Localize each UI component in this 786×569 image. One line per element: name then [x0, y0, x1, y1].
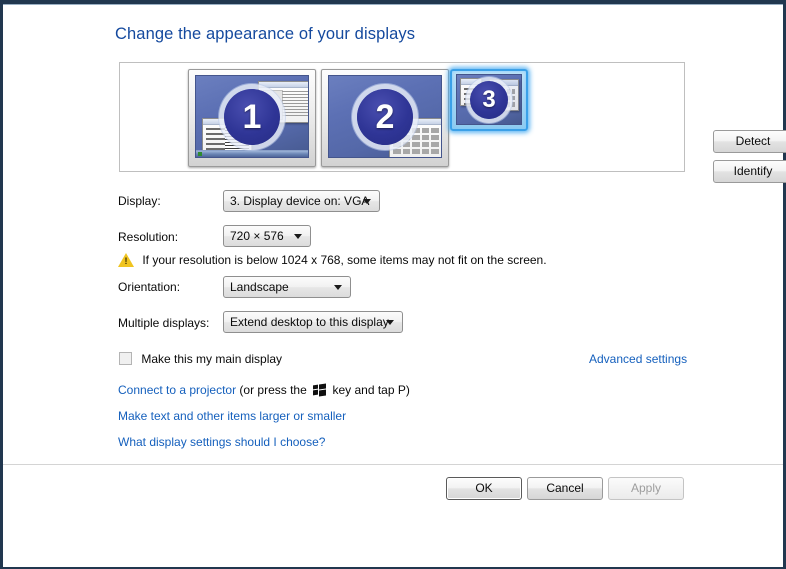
display-dropdown-value: 3. Display device on: VGA [230, 194, 370, 208]
monitor-thumbnail-1[interactable]: 1 [188, 69, 316, 167]
chevron-down-icon [363, 199, 371, 204]
resolution-warning: If your resolution is below 1024 x 768, … [118, 253, 547, 267]
monitor-number-badge: 3 [470, 80, 508, 119]
taskbar-start-icon [198, 152, 202, 156]
display-settings-window: Change the appearance of your displays 1… [0, 0, 786, 569]
monitor-screen: 1 [195, 75, 309, 158]
multiple-displays-label: Multiple displays: [118, 316, 210, 330]
monitor-taskbar [196, 150, 308, 157]
resolution-label: Resolution: [118, 230, 179, 244]
window-client-area: Change the appearance of your displays 1… [3, 4, 786, 567]
chevron-down-icon [334, 285, 342, 290]
apply-button[interactable]: Apply [608, 477, 684, 500]
monitor-thumbnail-2[interactable]: 2 [321, 69, 449, 167]
resolution-dropdown-value: 720 × 576 [230, 229, 284, 243]
text-size-link[interactable]: Make text and other items larger or smal… [118, 409, 346, 423]
main-display-checkbox[interactable] [119, 352, 132, 365]
projector-hint-prefix: (or press the [239, 383, 307, 397]
chevron-down-icon [386, 320, 394, 325]
windows-logo-key-icon [313, 383, 327, 397]
orientation-label: Orientation: [118, 280, 181, 294]
resolution-warning-text: If your resolution is below 1024 x 768, … [142, 253, 547, 267]
cancel-button[interactable]: Cancel [527, 477, 603, 500]
chevron-down-icon [294, 234, 302, 239]
main-display-checkbox-row[interactable]: Make this my main display [119, 352, 282, 366]
detect-button[interactable]: Detect [713, 130, 786, 153]
main-display-checkbox-label: Make this my main display [141, 352, 283, 366]
page-title: Change the appearance of your displays [115, 25, 416, 43]
monitor-number-badge: 2 [357, 88, 413, 145]
monitor-screen: 2 [328, 75, 442, 158]
display-label: Display: [118, 194, 161, 208]
orientation-dropdown-value: Landscape [230, 280, 289, 294]
footer-separator [3, 464, 783, 465]
what-display-settings-link[interactable]: What display settings should I choose? [118, 435, 325, 449]
monitor-thumbnail-3[interactable]: 3 [450, 69, 528, 131]
warning-triangle-icon [118, 253, 134, 267]
monitor-number-badge: 1 [224, 88, 280, 145]
connect-projector-link[interactable]: Connect to a projector [118, 383, 236, 397]
multiple-displays-dropdown-value: Extend desktop to this display [230, 315, 389, 329]
window-thumbnail-lines [281, 91, 308, 118]
monitor-screen: 3 [456, 74, 522, 125]
advanced-settings-link[interactable]: Advanced settings [589, 352, 687, 366]
display-dropdown[interactable]: 3. Display device on: VGA [223, 190, 380, 212]
display-preview-panel: 1 2 3 Detect Identify [119, 62, 786, 183]
ok-button[interactable]: OK [446, 477, 522, 500]
orientation-dropdown[interactable]: Landscape [223, 276, 351, 298]
multiple-displays-dropdown[interactable]: Extend desktop to this display [223, 311, 403, 333]
resolution-dropdown[interactable]: 720 × 576 [223, 225, 311, 247]
identify-button[interactable]: Identify [713, 160, 786, 183]
projector-hint-suffix: key and tap P) [332, 383, 410, 397]
connect-projector-row: Connect to a projector (or press the key… [118, 383, 410, 397]
